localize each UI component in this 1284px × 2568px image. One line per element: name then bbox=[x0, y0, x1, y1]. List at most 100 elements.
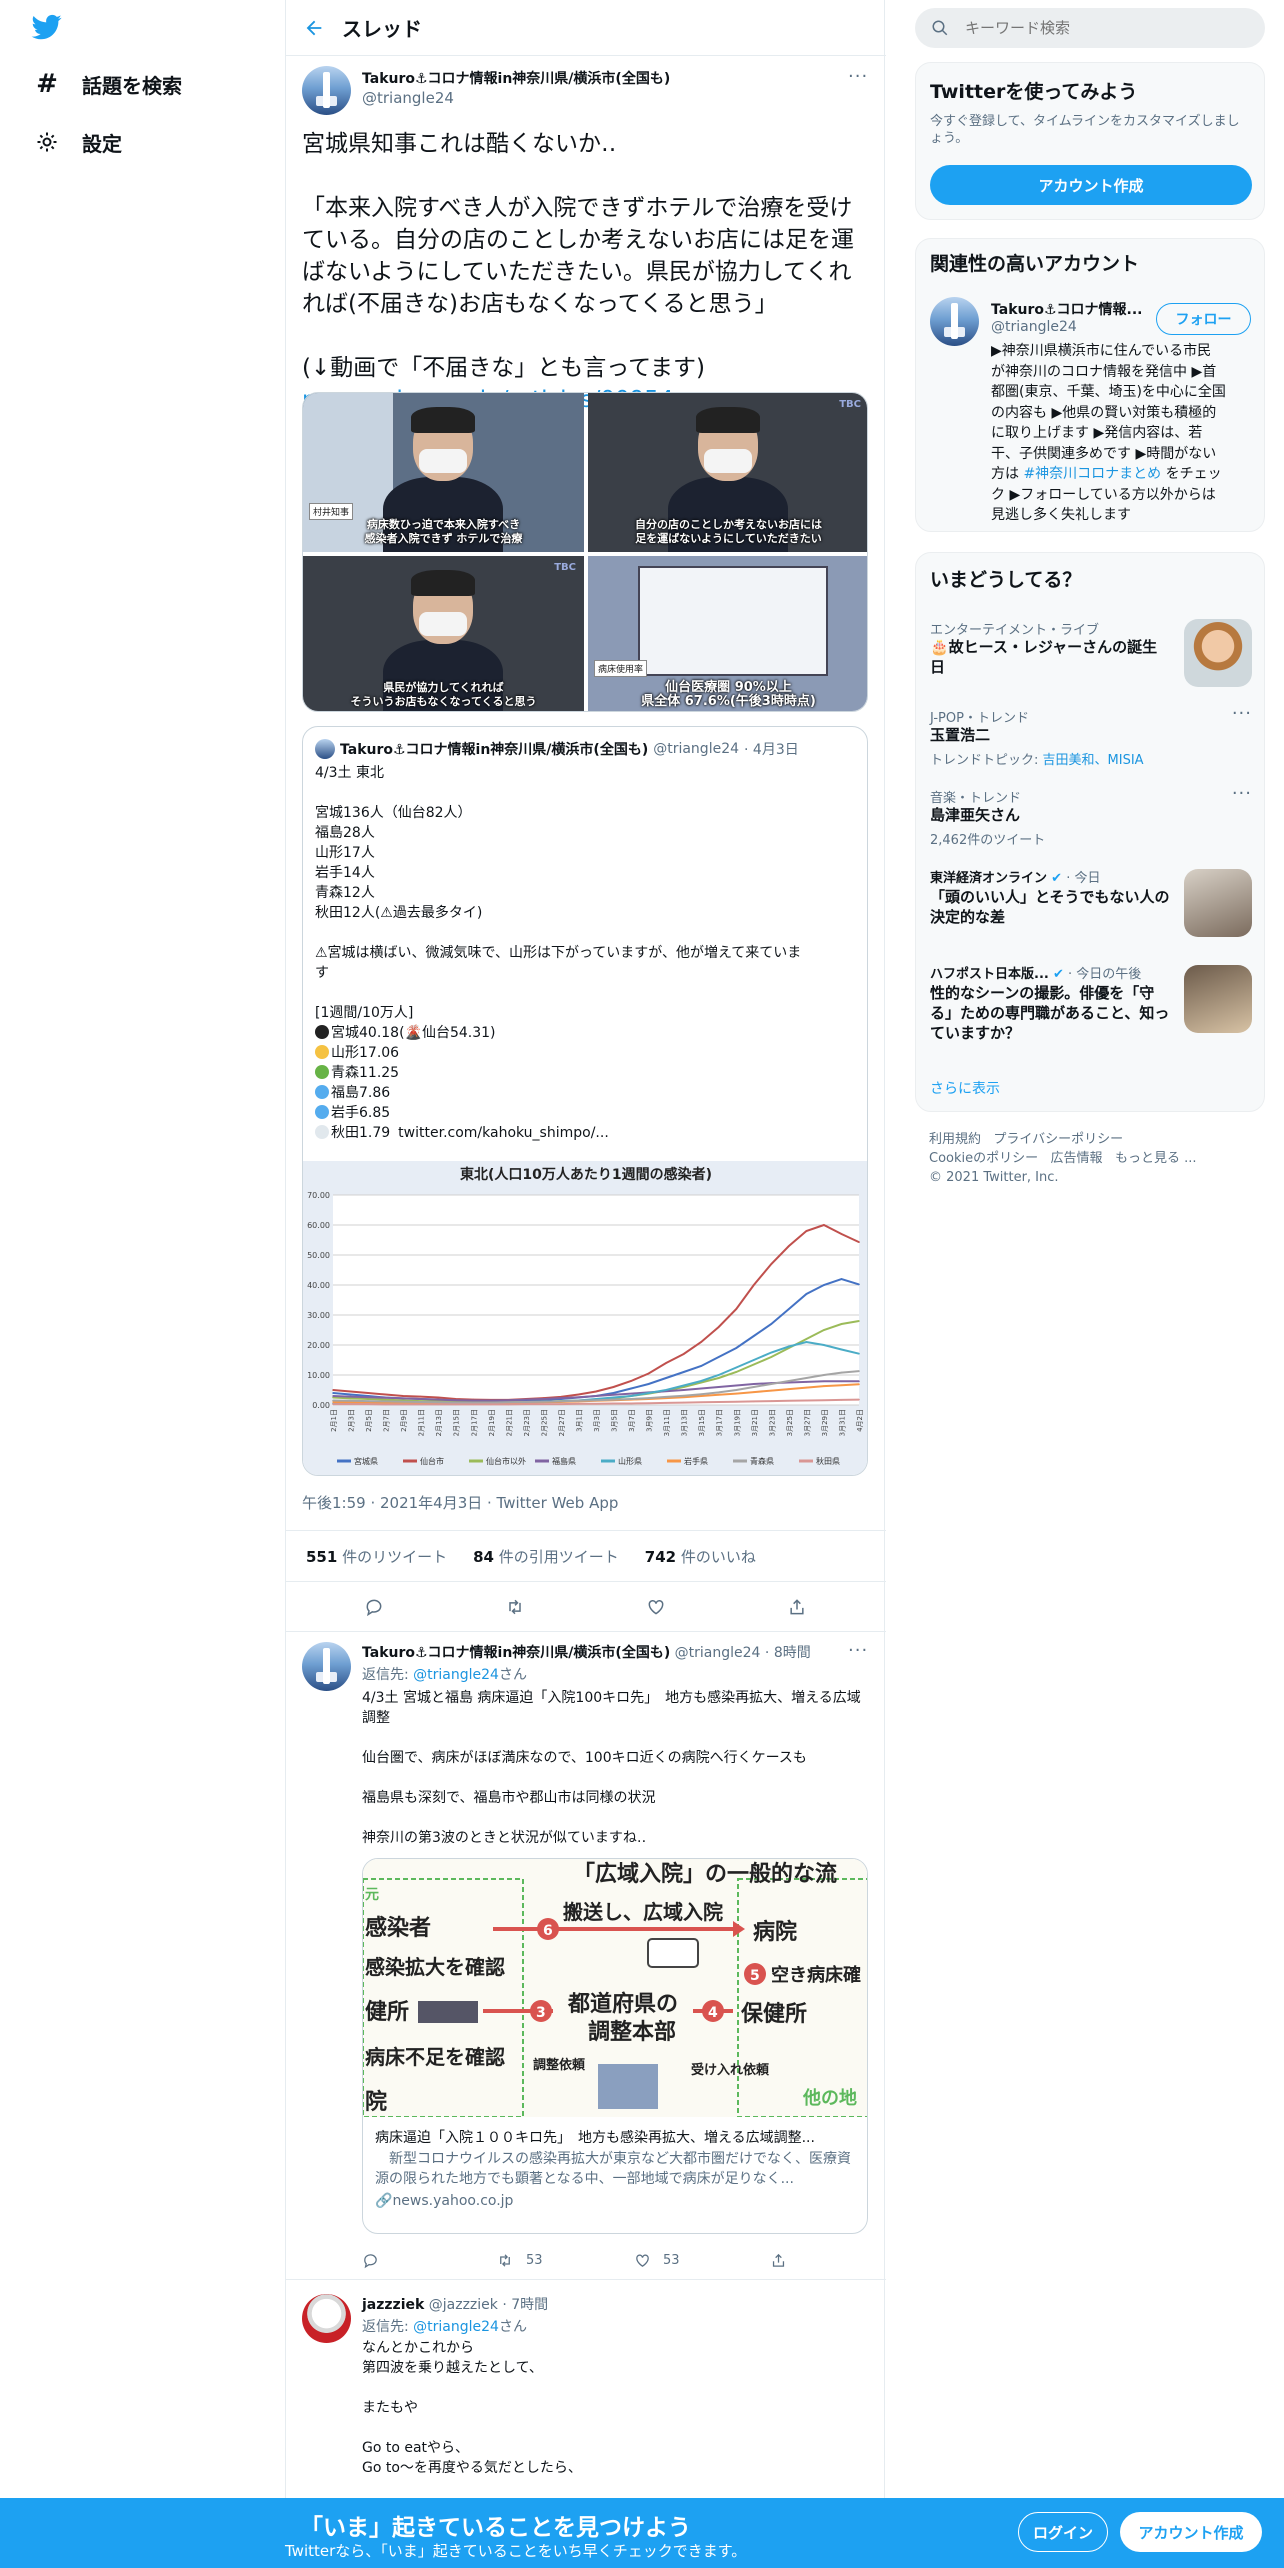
nav-settings[interactable]: 設定 bbox=[34, 120, 122, 164]
author-name[interactable]: jazzziek bbox=[362, 2297, 424, 2313]
author-handle[interactable]: @jazzziek bbox=[429, 2297, 498, 2313]
x-tick-label: 2月5日 bbox=[365, 1409, 373, 1432]
share-icon[interactable] bbox=[785, 1595, 809, 1619]
hashtag-link[interactable]: #神奈川コロナまとめ bbox=[1023, 466, 1161, 482]
x-tick-label: 3月7日 bbox=[628, 1409, 636, 1432]
svg-text:調整依頼: 調整依頼 bbox=[533, 2057, 586, 2073]
nav-settings-label: 設定 bbox=[82, 131, 122, 156]
reply-icon[interactable] bbox=[362, 2252, 379, 2269]
share-icon[interactable] bbox=[770, 2252, 787, 2269]
data-point bbox=[349, 1390, 352, 1393]
retweet-button[interactable]: 53 bbox=[496, 2252, 543, 2269]
reply-to-link[interactable]: @triangle24 bbox=[413, 1667, 499, 1683]
quoted-link[interactable]: twitter.com/kahoku_shimpo/... bbox=[398, 1125, 609, 1141]
like-count[interactable]: 742 件のいいね bbox=[645, 1546, 756, 1567]
follow-button[interactable]: フォロー bbox=[1156, 303, 1251, 335]
link-card[interactable]: 「広域入院」の一般的な流 元 感染者 感染拡大を確認 搬送し、広域入院 6 病院… bbox=[362, 1858, 868, 2234]
retweet-count[interactable]: 551 件のリツイート bbox=[306, 1546, 447, 1567]
reply-tweet[interactable]: jazzziek @jazzziek · 7時間 返信先: @triangle2… bbox=[286, 2280, 886, 2498]
svg-text:感染拡大を確認: 感染拡大を確認 bbox=[365, 1955, 505, 1979]
news-item[interactable]: ハフポスト日本版... ✔ · 今日の午後 性的なシーンの撮影。俳優を「守る」た… bbox=[916, 959, 1264, 1059]
trends-panel: いまどうしてる？ エンターテイメント・ライブ 🎂故ヒース・レジャーさんの誕生日 … bbox=[915, 552, 1265, 1112]
data-point bbox=[823, 1374, 825, 1376]
author-name[interactable]: Takuro⚓コロナ情報in神奈川県/横浜市(全国も) bbox=[362, 68, 670, 88]
avatar[interactable] bbox=[302, 2294, 351, 2343]
reply-icon[interactable] bbox=[362, 1595, 386, 1619]
reply-tweet[interactable]: Takuro⚓コロナ情報in神奈川県/横浜市(全国も) @triangle24 … bbox=[286, 1632, 886, 2280]
data-point bbox=[858, 1383, 860, 1386]
tweet-media-grid[interactable]: 村井知事 病床数ひっ迫で本来入院すべき 感染者入院できず ホテルで治療 TBC … bbox=[302, 392, 868, 712]
data-point bbox=[542, 1400, 545, 1403]
like-icon[interactable] bbox=[644, 1595, 668, 1619]
like-icon bbox=[636, 2254, 649, 2267]
login-button[interactable]: ログイン bbox=[1018, 2512, 1108, 2552]
back-arrow-icon[interactable] bbox=[286, 0, 342, 56]
avatar[interactable] bbox=[930, 297, 979, 346]
quoted-tweet-text: 4/3土 東北 宮城136人（仙台82人） 福島28人 山形17人 岩手14人 青森12人… bbox=[315, 763, 855, 1143]
more-options-icon[interactable]: ··· bbox=[848, 1640, 868, 1661]
trend-item[interactable]: 音楽・トレンド ··· 島津亜矢さん 2,462件のツイート bbox=[916, 783, 1264, 853]
search-input[interactable] bbox=[965, 19, 1225, 37]
data-point bbox=[788, 1308, 790, 1310]
twitter-bird-icon[interactable] bbox=[30, 12, 64, 42]
data-point bbox=[647, 1372, 650, 1375]
avatar[interactable] bbox=[302, 66, 351, 115]
author-handle[interactable]: @triangle24 bbox=[362, 89, 454, 107]
trend-topic-link[interactable]: 吉田美和、MISIA bbox=[1043, 753, 1144, 768]
quoted-text-line: 青森12人 bbox=[315, 885, 375, 901]
data-point bbox=[454, 1403, 457, 1406]
footer-link[interactable]: プライバシーポリシー bbox=[993, 1132, 1123, 1147]
more-options-icon[interactable]: ··· bbox=[1232, 783, 1252, 804]
tweet-timestamp[interactable]: 午後1:59 · 2021年4月3日 · Twitter Web App bbox=[302, 1492, 618, 1513]
footer-link[interactable]: もっと見る ... bbox=[1115, 1151, 1197, 1166]
media-image[interactable]: TBC 県民が協力してくれれば そういうお店もなくなってくると思う bbox=[303, 556, 584, 711]
reply-time[interactable]: · 7時間 bbox=[502, 2297, 548, 2313]
show-more-link[interactable]: さらに表示 bbox=[930, 1078, 1000, 1098]
reply-to-link[interactable]: @triangle24 bbox=[413, 2319, 499, 2335]
quoted-text-line bbox=[315, 983, 855, 1003]
account-name[interactable]: Takuro⚓コロナ情報... bbox=[991, 299, 1143, 319]
reply-time[interactable]: · 8時間 bbox=[765, 1645, 811, 1661]
avatar[interactable] bbox=[302, 1642, 351, 1691]
media-caption: 病床数ひっ迫で本来入院すべき 感染者入院できず ホテルで治療 bbox=[364, 518, 523, 545]
media-image[interactable]: TBC 自分の店のことしか考えないお店には 足を運ばないようにしていただきたい bbox=[588, 393, 867, 552]
author-name[interactable]: Takuro⚓コロナ情報in神奈川県/横浜市(全国も) bbox=[362, 1645, 670, 1661]
circle-icon bbox=[315, 1065, 329, 1079]
quote-count[interactable]: 84 件の引用ツイート bbox=[473, 1546, 619, 1567]
media-image[interactable]: 病床使用率 仙台医療圏 90%以上 県全体 67.6%(午後3時時点) bbox=[588, 556, 867, 711]
data-point bbox=[332, 1389, 334, 1391]
quoted-tweet[interactable]: Takuro⚓コロナ情報in神奈川県/横浜市(全国も) @triangle24 … bbox=[302, 726, 868, 1476]
more-options-icon[interactable]: ··· bbox=[1232, 703, 1252, 724]
x-tick-label: 4月2日 bbox=[856, 1409, 864, 1432]
signup-panel: Twitterを使ってみよう 今すぐ登録して、タイムラインをカスタマイズしましょ… bbox=[915, 62, 1265, 220]
data-point bbox=[402, 1397, 404, 1400]
data-point bbox=[717, 1391, 720, 1394]
data-point bbox=[858, 1398, 860, 1401]
x-tick-label: 3月31日 bbox=[838, 1409, 846, 1436]
author-handle[interactable]: @triangle24 bbox=[675, 1645, 761, 1661]
like-button[interactable]: 53 bbox=[634, 2252, 680, 2269]
footer-link[interactable]: 利用規約 bbox=[929, 1132, 981, 1147]
create-account-button[interactable]: アカウント作成 bbox=[930, 165, 1252, 205]
media-image[interactable]: 村井知事 病床数ひっ迫で本来入院すべき 感染者入院できず ホテルで治療 bbox=[303, 393, 584, 552]
more-options-icon[interactable]: ··· bbox=[848, 66, 868, 87]
tweet-actions bbox=[286, 1582, 886, 1632]
bio-line: 方は #神奈川コロナまとめ をチェッ bbox=[991, 466, 1222, 482]
svg-text:4: 4 bbox=[708, 2005, 718, 2021]
trend-item[interactable]: J-POP・トレンド ··· 玉置浩二 トレンドトピック: 吉田美和、MISIA bbox=[916, 703, 1264, 773]
data-point bbox=[717, 1401, 720, 1403]
account-handle[interactable]: @triangle24 bbox=[991, 319, 1077, 335]
retweet-icon bbox=[500, 2254, 510, 2267]
data-point bbox=[612, 1386, 615, 1388]
trend-item[interactable]: エンターテイメント・ライブ 🎂故ヒース・レジャーさんの誕生日 bbox=[916, 613, 1264, 693]
search-box[interactable] bbox=[915, 8, 1265, 48]
data-point bbox=[735, 1392, 738, 1395]
signup-button[interactable]: アカウント作成 bbox=[1120, 2512, 1262, 2552]
nav-explore[interactable]: # 話題を検索 bbox=[34, 62, 182, 106]
data-point bbox=[770, 1389, 773, 1392]
data-point bbox=[788, 1345, 790, 1348]
footer-link[interactable]: 広告情報 bbox=[1051, 1151, 1103, 1166]
footer-link[interactable]: Cookieのポリシー bbox=[929, 1151, 1038, 1166]
retweet-icon[interactable] bbox=[503, 1595, 527, 1619]
news-item[interactable]: 東洋経済オンライン ✔ · 今日 「頭のいい人」とそうでもない人の決定的な差 bbox=[916, 863, 1264, 949]
